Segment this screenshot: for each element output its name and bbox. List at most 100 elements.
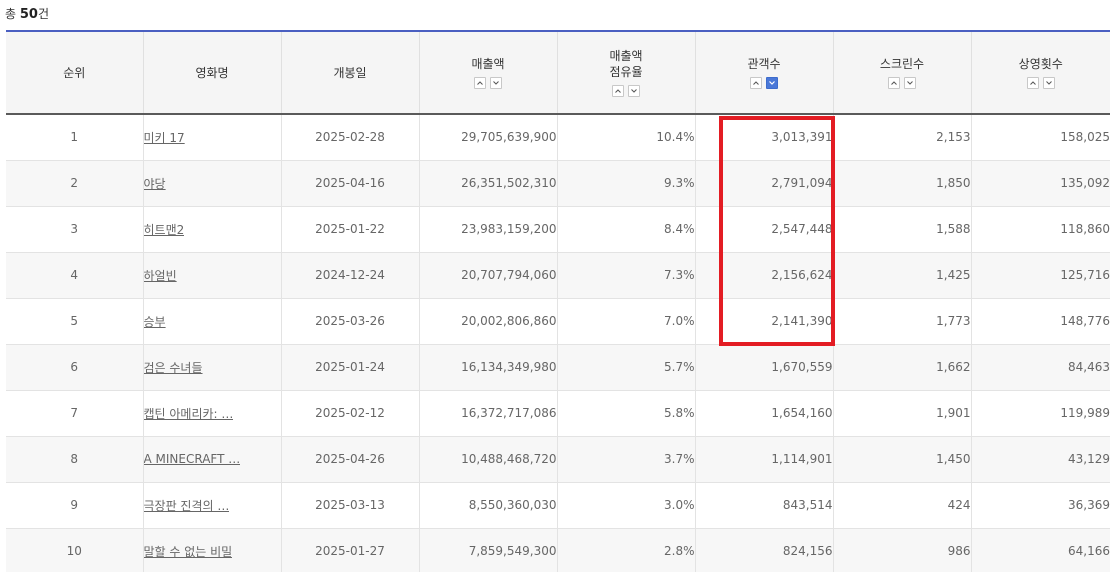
col-title-header: 영화명 xyxy=(143,30,282,115)
share-sort-asc-button[interactable] xyxy=(612,85,624,97)
cell-screens: 1,850 xyxy=(833,160,972,207)
cell-audience: 843,514 xyxy=(695,482,834,529)
cell-release: 2025-02-12 xyxy=(281,390,420,437)
cell-sales: 16,372,717,086 xyxy=(419,390,558,437)
chevron-up-icon xyxy=(753,81,759,85)
cell-release: 2025-02-28 xyxy=(281,114,420,161)
cell-shows: 36,369 xyxy=(971,482,1110,529)
cell-shows: 119,989 xyxy=(971,390,1110,437)
chevron-up-icon xyxy=(1029,81,1036,85)
shows-sort-desc-button[interactable] xyxy=(1042,77,1055,89)
cell-release: 2025-01-27 xyxy=(281,528,420,572)
cell-share: 8.4% xyxy=(557,206,696,253)
cell-audience: 3,013,391 xyxy=(695,114,834,161)
table-row: 2 야당 2025-04-16 26,351,502,310 9.3% 2,79… xyxy=(6,160,1110,207)
chevron-up-icon xyxy=(477,81,483,85)
cell-release: 2025-03-13 xyxy=(281,482,420,529)
col-share-label-line2: 점유율 xyxy=(609,65,643,79)
shows-sort-controls xyxy=(1026,77,1055,89)
cell-audience: 824,156 xyxy=(695,528,834,572)
cell-sales: 20,002,806,860 xyxy=(419,298,558,345)
cell-shows: 148,776 xyxy=(971,298,1110,345)
col-title-label: 영화명 xyxy=(195,65,229,80)
movie-title-link[interactable]: 야당 xyxy=(144,175,166,192)
chevron-up-icon xyxy=(615,89,621,93)
cell-title: 극장판 진격의 … xyxy=(143,482,282,529)
table-row: 8 A MINECRAFT … 2025-04-26 10,488,468,72… xyxy=(6,436,1110,483)
audience-sort-asc-button[interactable] xyxy=(750,77,762,89)
cell-rank: 6 xyxy=(6,344,144,391)
movie-title-link[interactable]: 하얼빈 xyxy=(144,267,177,284)
cell-title: 하얼빈 xyxy=(143,252,282,299)
audience-sort-desc-button[interactable] xyxy=(766,77,778,89)
cell-release: 2025-03-26 xyxy=(281,298,420,345)
screens-sort-controls xyxy=(888,77,916,89)
cell-rank: 9 xyxy=(6,482,144,529)
movie-title-link[interactable]: 미키 17 xyxy=(144,129,185,146)
table-row: 9 극장판 진격의 … 2025-03-13 8,550,360,030 3.0… xyxy=(6,482,1110,529)
sales-sort-asc-button[interactable] xyxy=(474,77,486,89)
cell-shows: 135,092 xyxy=(971,160,1110,207)
table-row: 1 미키 17 2025-02-28 29,705,639,900 10.4% … xyxy=(6,114,1110,161)
header-row: 순위 영화명 개봉일 매출액 매출액 점유율 관객수 스크린수 상영횟수 xyxy=(6,30,1110,115)
cell-share: 5.7% xyxy=(557,344,696,391)
cell-screens: 1,901 xyxy=(833,390,972,437)
cell-shows: 84,463 xyxy=(971,344,1110,391)
col-sales-header: 매출액 xyxy=(419,30,558,115)
cell-sales: 29,705,639,900 xyxy=(419,114,558,161)
movie-title-link[interactable]: 말할 수 없는 비밀 xyxy=(144,543,233,560)
chevron-down-icon xyxy=(631,89,637,93)
share-sort-desc-button[interactable] xyxy=(628,85,640,97)
cell-share: 7.3% xyxy=(557,252,696,299)
cell-share: 3.0% xyxy=(557,482,696,529)
total-suffix: 건 xyxy=(37,7,50,21)
table-body: 1 미키 17 2025-02-28 29,705,639,900 10.4% … xyxy=(6,114,1110,572)
cell-audience: 2,547,448 xyxy=(695,206,834,253)
shows-sort-asc-button[interactable] xyxy=(1026,77,1039,89)
cell-rank: 10 xyxy=(6,528,144,572)
cell-title: 캡틴 아메리카: … xyxy=(143,390,282,437)
sales-sort-desc-button[interactable] xyxy=(490,77,502,89)
cell-sales: 20,707,794,060 xyxy=(419,252,558,299)
cell-release: 2025-01-22 xyxy=(281,206,420,253)
col-rank-header: 순위 xyxy=(6,30,144,115)
cell-sales: 16,134,349,980 xyxy=(419,344,558,391)
cell-title: 승부 xyxy=(143,298,282,345)
col-screens-header: 스크린수 xyxy=(833,30,972,115)
cell-sales: 8,550,360,030 xyxy=(419,482,558,529)
movie-title-link[interactable]: 극장판 진격의 … xyxy=(144,497,230,514)
cell-screens: 986 xyxy=(833,528,972,572)
chevron-down-icon xyxy=(1045,81,1052,85)
chevron-down-icon xyxy=(907,81,913,85)
col-share-label-line1: 매출액 xyxy=(609,49,643,63)
box-office-table: 순위 영화명 개봉일 매출액 매출액 점유율 관객수 스크린수 상영횟수 1 미… xyxy=(6,30,1110,572)
cell-title: 말할 수 없는 비밀 xyxy=(143,528,282,572)
total-number: 50 xyxy=(19,7,38,22)
table-row: 6 검은 수녀들 2025-01-24 16,134,349,980 5.7% … xyxy=(6,344,1110,391)
cell-audience: 1,654,160 xyxy=(695,390,834,437)
screens-sort-desc-button[interactable] xyxy=(904,77,916,89)
cell-release: 2024-12-24 xyxy=(281,252,420,299)
cell-rank: 3 xyxy=(6,206,144,253)
col-screens-label: 스크린수 xyxy=(879,57,925,71)
col-release-label: 개봉일 xyxy=(333,65,367,80)
cell-share: 7.0% xyxy=(557,298,696,345)
cell-release: 2025-04-26 xyxy=(281,436,420,483)
cell-sales: 10,488,468,720 xyxy=(419,436,558,483)
movie-title-link[interactable]: A MINECRAFT … xyxy=(144,452,241,466)
screens-sort-asc-button[interactable] xyxy=(888,77,900,89)
cell-screens: 1,588 xyxy=(833,206,972,253)
chevron-up-icon xyxy=(891,81,897,85)
chevron-down-icon xyxy=(769,81,775,85)
cell-sales: 7,859,549,300 xyxy=(419,528,558,572)
movie-title-link[interactable]: 캡틴 아메리카: … xyxy=(144,405,234,422)
movie-title-link[interactable]: 히트맨2 xyxy=(144,221,185,238)
movie-title-link[interactable]: 검은 수녀들 xyxy=(144,359,203,376)
cell-release: 2025-04-16 xyxy=(281,160,420,207)
cell-title: 야당 xyxy=(143,160,282,207)
col-rank-label: 순위 xyxy=(63,65,86,80)
cell-title: 히트맨2 xyxy=(143,206,282,253)
movie-title-link[interactable]: 승부 xyxy=(144,313,166,330)
cell-audience: 1,670,559 xyxy=(695,344,834,391)
cell-audience: 2,141,390 xyxy=(695,298,834,345)
